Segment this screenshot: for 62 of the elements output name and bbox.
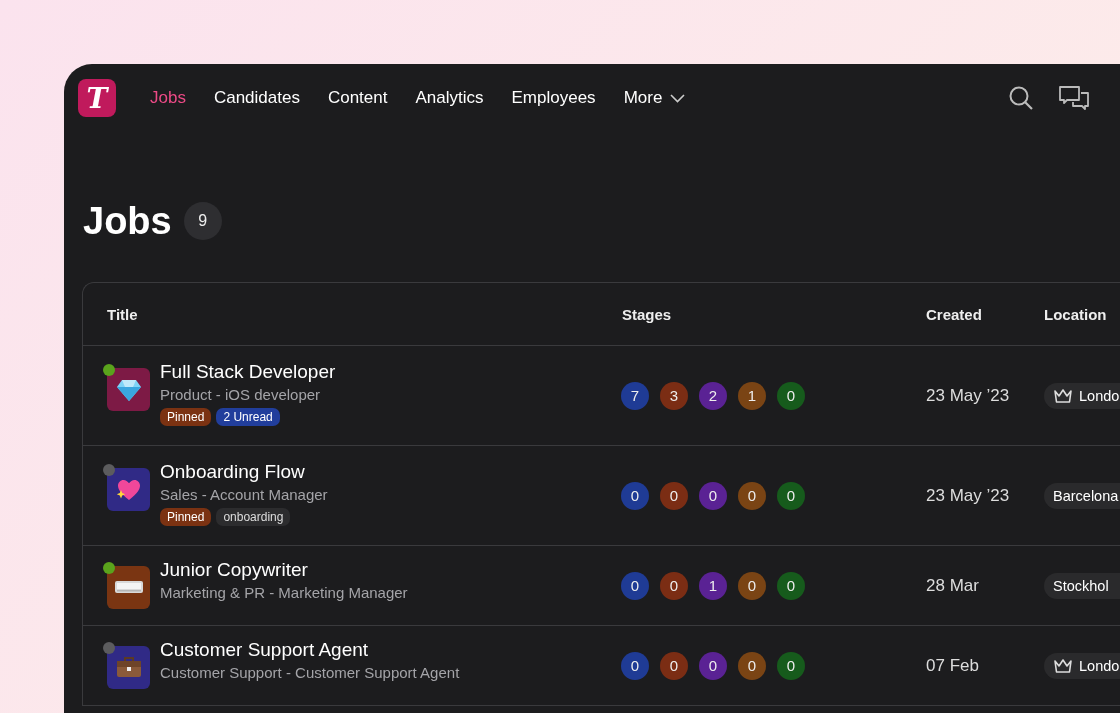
keyboard-icon [114,580,143,594]
chevron-down-icon [670,93,686,103]
location-name: Londo [1079,387,1120,404]
stage-count[interactable]: 0 [777,571,805,600]
stage-count[interactable]: 1 [738,381,766,410]
page-title: Jobs [83,199,172,243]
column-header[interactable]: Created [926,305,1044,323]
created-date: 23 May ’23 [926,385,1011,406]
stage-count[interactable]: 0 [699,481,727,510]
stage-count[interactable]: 0 [777,651,805,680]
job-title[interactable]: Customer Support Agent [160,638,460,661]
stage-count[interactable]: 2 [699,381,727,410]
nav-link[interactable]: Jobs [136,88,200,108]
stage-count[interactable]: 7 [621,381,649,410]
nav-link[interactable]: Analytics [401,88,498,108]
crown-icon [1053,657,1073,674]
job-subtitle: Customer Support - Customer Support Agent [160,663,460,681]
job-tag: Pinned [160,408,212,426]
briefcase-icon [115,656,142,678]
created-date: 28 Mar [926,575,980,596]
stage-count[interactable]: 0 [699,651,727,680]
job-tag: onboarding [216,508,291,526]
stage-count[interactable]: 0 [777,381,805,410]
stage-count[interactable]: 3 [660,381,688,410]
job-tag: Pinned [160,508,212,526]
stage-count[interactable]: 0 [621,571,649,600]
job-title[interactable]: Junior Copywriter [160,558,408,581]
nav-link[interactable]: Candidates [199,88,314,108]
stage-count[interactable]: 0 [777,481,805,510]
messages-icon[interactable] [1058,85,1090,111]
created-date: 07 Feb [926,655,980,676]
location-name: Londo [1079,657,1120,674]
stage-count[interactable]: 0 [621,481,649,510]
stage-count[interactable]: 0 [738,481,766,510]
stage-count[interactable]: 0 [660,571,688,600]
crown-icon [1053,387,1073,404]
location-name: Stockhol [1053,577,1109,594]
created-date: 23 May ’23 [926,485,1011,506]
job-subtitle: Sales - Account Manager [160,486,328,503]
nav-link[interactable]: Content [313,88,402,108]
job-title[interactable]: Onboarding Flow [160,461,328,483]
nav-link[interactable]: Employees [497,88,610,108]
stage-count[interactable]: 0 [738,651,766,680]
stage-count[interactable]: 0 [621,651,649,680]
job-tag: 2 Unread [216,408,280,426]
nav-dropdown[interactable]: More [609,88,700,108]
logo[interactable]: T [78,79,116,117]
stage-count[interactable]: 0 [660,651,688,680]
job-subtitle: Marketing & PR - Marketing Manager [160,583,408,601]
search-icon[interactable] [1008,85,1034,111]
column-header[interactable]: Title [107,305,622,323]
job-title[interactable]: Full Stack Developer [160,361,336,383]
stage-count[interactable]: 0 [738,571,766,600]
stage-count[interactable]: 1 [699,571,727,600]
gem-icon [115,377,142,402]
location-name: Barcelona [1053,487,1119,504]
column-header[interactable]: Stages [622,305,926,323]
count-badge: 9 [183,202,222,240]
stage-count[interactable]: 0 [660,481,688,510]
job-subtitle: Product - iOS developer [160,386,322,403]
heart-icon [115,477,142,502]
column-header[interactable]: Location [1044,305,1120,323]
